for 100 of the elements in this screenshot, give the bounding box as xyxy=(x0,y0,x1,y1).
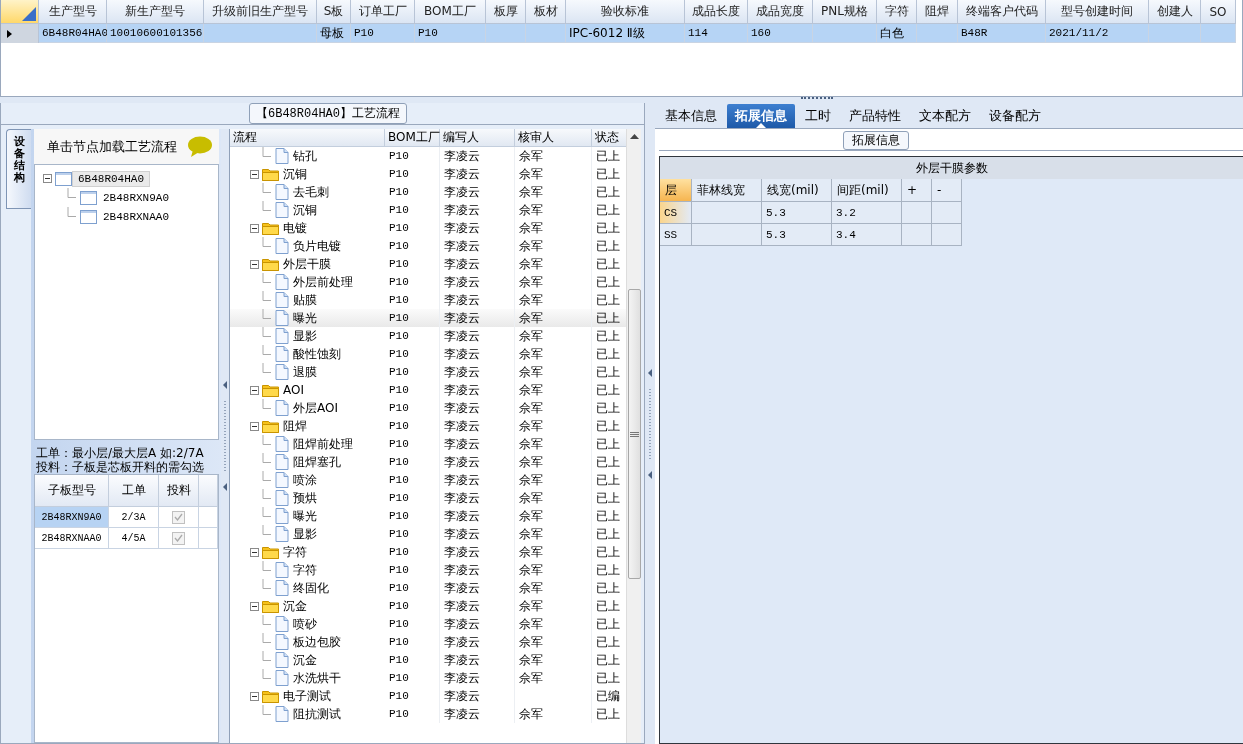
column-header[interactable]: 阻焊 xyxy=(917,0,958,24)
side-tab[interactable]: 设备结构 xyxy=(6,129,31,209)
column-header[interactable]: 验收标准 xyxy=(566,0,685,24)
table-cell[interactable]: 2B48RXNAA0 xyxy=(35,528,109,549)
step-name[interactable]: 外层干膜 xyxy=(283,255,331,273)
step-name[interactable]: 负片电镀 xyxy=(293,237,341,255)
checkbox[interactable] xyxy=(172,510,185,524)
column-header[interactable]: 子板型号 xyxy=(35,475,109,507)
column-header[interactable]: 订单工厂 xyxy=(351,0,415,24)
collapse-icon[interactable] xyxy=(250,259,259,269)
tab[interactable]: 基本信息 xyxy=(657,104,725,128)
collapse-icon[interactable] xyxy=(43,174,52,183)
step-name[interactable]: 酸性蚀刻 xyxy=(293,345,341,363)
table-cell[interactable]: 2B48RXN9A0 xyxy=(35,507,109,528)
tab[interactable]: 产品特性 xyxy=(841,104,909,128)
step-name[interactable]: 沉金 xyxy=(293,651,317,669)
step-name[interactable]: 电镀 xyxy=(283,219,307,237)
checkbox[interactable] xyxy=(172,531,185,545)
step-name[interactable]: 钻孔 xyxy=(293,147,317,165)
step-name[interactable]: 外层前处理 xyxy=(293,273,353,291)
collapse-icon[interactable] xyxy=(250,169,259,179)
step-name[interactable]: 退膜 xyxy=(293,363,317,381)
step-name[interactable]: 去毛刺 xyxy=(293,183,329,201)
tree-node[interactable]: 2B48RXNAA0 xyxy=(97,208,175,225)
step-name[interactable]: 沉铜 xyxy=(283,165,307,183)
column-header[interactable]: 菲林线宽 xyxy=(692,179,762,202)
column-header[interactable]: + xyxy=(902,179,932,202)
column-header[interactable]: SO xyxy=(1201,0,1236,24)
column-header[interactable]: 成品宽度 xyxy=(748,0,813,24)
column-header[interactable]: 线宽(mil) xyxy=(762,179,832,202)
tab[interactable]: 文本配方 xyxy=(911,104,979,128)
table-cell[interactable]: CS xyxy=(660,202,692,224)
column-header[interactable]: 间距(mil) xyxy=(832,179,902,202)
column-header[interactable]: 工单 xyxy=(109,475,159,507)
column-header[interactable]: 编写人 xyxy=(440,129,515,147)
step-name[interactable]: 显影 xyxy=(293,525,317,543)
tab[interactable]: 设备配方 xyxy=(981,104,1049,128)
step-name[interactable]: 沉铜 xyxy=(293,201,317,219)
column-header[interactable]: 板厚 xyxy=(486,0,526,24)
step-name[interactable]: 曝光 xyxy=(293,309,317,327)
splitter-grip[interactable] xyxy=(800,97,833,100)
column-header[interactable]: 投料 xyxy=(159,475,199,507)
scrollbar[interactable] xyxy=(626,129,641,743)
step-name[interactable]: 喷涂 xyxy=(293,471,317,489)
column-header[interactable]: 核审人 xyxy=(515,129,592,147)
step-name[interactable]: 阻焊塞孔 xyxy=(293,453,341,471)
column-header[interactable]: 终端客户代码 xyxy=(958,0,1046,24)
step-name[interactable]: 字符 xyxy=(293,561,317,579)
step-name[interactable]: AOI xyxy=(283,383,304,397)
collapse-icon[interactable] xyxy=(250,601,259,611)
grid-corner[interactable] xyxy=(1,0,39,24)
step-name[interactable]: 显影 xyxy=(293,327,317,345)
collapse-icon[interactable] xyxy=(250,223,259,233)
grip-icon xyxy=(629,431,639,437)
step-name[interactable]: 水洗烘干 xyxy=(293,669,341,687)
column-header[interactable]: 层 xyxy=(660,179,692,202)
step-name[interactable]: 终固化 xyxy=(293,579,329,597)
step-name[interactable]: 贴膜 xyxy=(293,291,317,309)
table-cell[interactable]: SS xyxy=(660,224,692,246)
column-header[interactable]: S板 xyxy=(317,0,351,24)
scroll-up-icon[interactable] xyxy=(629,134,639,139)
tab[interactable]: 拓展信息 xyxy=(727,104,795,128)
step-name[interactable]: 曝光 xyxy=(293,507,317,525)
column-header[interactable]: PNL规格 xyxy=(813,0,877,24)
tree-node[interactable]: 2B48RXN9A0 xyxy=(97,189,175,206)
collapse-icon[interactable] xyxy=(250,691,259,701)
column-header[interactable]: 流程 xyxy=(230,129,385,147)
column-header[interactable]: BOM工厂 xyxy=(385,129,440,147)
splitter-handle[interactable] xyxy=(222,381,228,491)
collapse-icon[interactable] xyxy=(250,421,259,431)
column-header[interactable]: 板材 xyxy=(526,0,566,24)
step-name[interactable]: 电子测试 xyxy=(283,687,331,705)
step-name[interactable]: 喷砂 xyxy=(293,615,317,633)
column-header[interactable]: 新生产型号 xyxy=(107,0,204,24)
step-name[interactable]: 板边包胶 xyxy=(293,633,341,651)
splitter-handle[interactable] xyxy=(647,368,653,479)
column-header[interactable]: 成品长度 xyxy=(685,0,748,24)
scroll-thumb[interactable] xyxy=(627,289,641,579)
collapse-icon[interactable] xyxy=(250,547,259,557)
column-header[interactable]: 生产型号 xyxy=(39,0,107,24)
tab[interactable]: 工时 xyxy=(797,104,839,128)
step-name[interactable]: 沉金 xyxy=(283,597,307,615)
node-icon xyxy=(55,171,72,186)
tree-line xyxy=(262,669,272,679)
column-header[interactable]: 升级前旧生产型号 xyxy=(204,0,317,24)
collapse-icon[interactable] xyxy=(250,385,259,395)
column-header[interactable]: 创建人 xyxy=(1149,0,1201,24)
column-header[interactable]: 状态 xyxy=(592,129,627,147)
column-header[interactable]: BOM工厂 xyxy=(415,0,486,24)
step-name[interactable]: 预烘 xyxy=(293,489,317,507)
tree-node[interactable]: 6B48R04HA0 xyxy=(72,170,150,187)
column-header[interactable]: 字符 xyxy=(877,0,917,24)
step-name[interactable]: 阻抗测试 xyxy=(293,705,341,723)
table-cell xyxy=(932,202,962,224)
step-name[interactable]: 字符 xyxy=(283,543,307,561)
step-name[interactable]: 阻焊前处理 xyxy=(293,435,353,453)
row-header[interactable] xyxy=(1,24,39,43)
column-header[interactable]: - xyxy=(932,179,962,202)
step-name[interactable]: 阻焊 xyxy=(283,417,307,435)
step-name[interactable]: 外层AOI xyxy=(293,399,338,417)
